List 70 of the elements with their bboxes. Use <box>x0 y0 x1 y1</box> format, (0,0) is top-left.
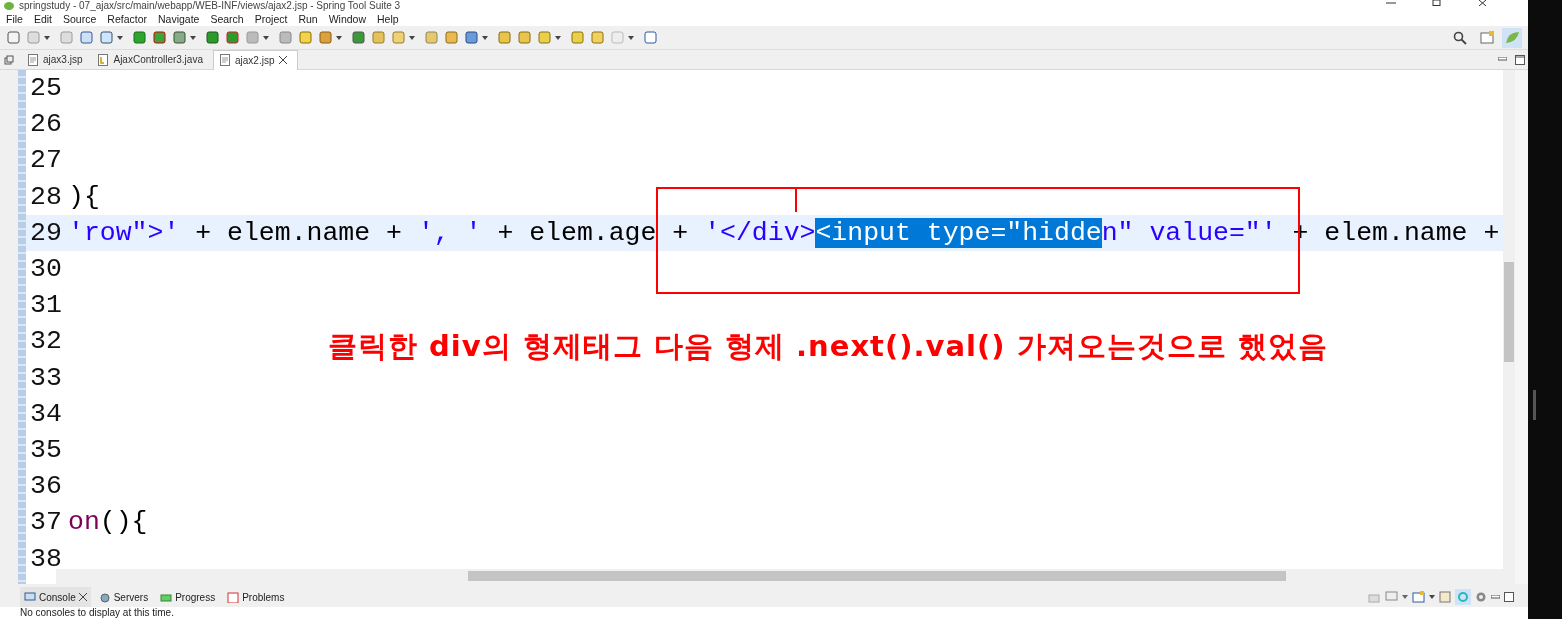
line-number: 34 <box>29 398 63 429</box>
display-icon[interactable] <box>1385 591 1398 603</box>
spring-perspective-icon[interactable] <box>1502 27 1522 48</box>
line-number: 26 <box>29 109 63 140</box>
line-number: 25 <box>29 73 63 104</box>
line-number: 35 <box>29 434 63 465</box>
open-perspective-icon[interactable] <box>1480 30 1495 45</box>
code-line: ){ <box>68 181 100 212</box>
maximize-icon[interactable] <box>1515 54 1525 65</box>
menu-item[interactable]: File <box>6 13 23 25</box>
close-icon[interactable] <box>78 593 87 601</box>
search-icon[interactable] <box>1453 30 1467 45</box>
close-icon[interactable] <box>1478 0 1488 6</box>
dropdown-icon[interactable] <box>1429 595 1435 599</box>
dropdown-icon[interactable] <box>482 35 488 40</box>
line-number: 30 <box>29 254 63 285</box>
close-icon[interactable] <box>279 56 288 64</box>
menu-item[interactable]: Project <box>254 13 288 25</box>
dropdown-icon[interactable] <box>555 35 561 40</box>
menu-item[interactable]: Refactor <box>107 13 147 25</box>
editor-tab[interactable]: ajax3.jsp <box>22 50 93 69</box>
dropdown-icon[interactable] <box>628 35 634 40</box>
dropdown-icon[interactable] <box>336 35 342 40</box>
dropdown-icon[interactable] <box>190 35 196 40</box>
annotation-text: 클릭한 div의 형제태그 다음 형제 .next().val() 가져오는것으로 했었음 <box>328 328 1328 365</box>
line-number: 28 <box>29 181 63 212</box>
minimize-icon[interactable] <box>1491 594 1500 600</box>
restore-icon[interactable] <box>1432 0 1442 6</box>
menu-item[interactable]: Edit <box>33 13 52 25</box>
line-number: 38 <box>29 543 63 574</box>
line-number: 27 <box>29 145 63 176</box>
file-icon <box>98 53 109 66</box>
minimize-icon[interactable] <box>1498 57 1507 62</box>
line-number: 33 <box>29 362 63 393</box>
panel-tab[interactable]: Progress <box>156 587 220 607</box>
menu-item[interactable]: Source <box>63 13 97 25</box>
horizontal-scrollbar[interactable] <box>56 569 1503 584</box>
panel-tab[interactable]: Console <box>20 587 91 607</box>
menu-item[interactable]: Help <box>377 13 399 25</box>
dropdown-icon[interactable] <box>1402 595 1408 599</box>
line-number: 37 <box>29 507 63 538</box>
menu-item[interactable]: Run <box>298 13 318 25</box>
code-line: on(){ <box>68 507 148 538</box>
stack-icon[interactable] <box>4 54 14 65</box>
dropdown-icon[interactable] <box>117 35 123 40</box>
panel-tab[interactable]: Problems <box>223 587 289 607</box>
progress-icon <box>160 591 173 603</box>
line-number: 32 <box>29 326 63 357</box>
line-number: 36 <box>29 471 63 502</box>
menu-item[interactable]: Search <box>210 13 244 25</box>
dropdown-icon[interactable] <box>409 35 415 40</box>
vertical-scrollbar[interactable] <box>1503 70 1515 584</box>
line-number: 29 <box>29 217 63 248</box>
menu-item[interactable]: Navigate <box>158 13 200 25</box>
editor-tab[interactable]: ajax2.jsp <box>212 49 299 70</box>
settings-icon[interactable] <box>1475 591 1487 603</box>
maximize-icon[interactable] <box>1504 592 1514 602</box>
file-icon <box>219 54 230 66</box>
line-number: 31 <box>29 290 63 321</box>
minimize-icon[interactable] <box>1386 0 1396 6</box>
file-icon <box>28 53 38 66</box>
leaf-icon <box>3 1 15 11</box>
new-console-icon[interactable] <box>1412 591 1425 603</box>
dropdown-icon[interactable] <box>263 35 269 40</box>
editor-tab[interactable]: AjaxController3.java <box>92 50 213 69</box>
console-message: No consoles to display at this time. <box>0 607 1528 619</box>
window-title: springstudy - 07_ajax/src/main/webapp/WEB-INF/views/ajax2.jsp - Spring Tool Suite 3 <box>19 1 401 11</box>
dropdown-icon[interactable] <box>44 35 50 40</box>
panel-tab[interactable]: Servers <box>94 587 153 607</box>
menu-item[interactable]: Window <box>328 13 367 25</box>
